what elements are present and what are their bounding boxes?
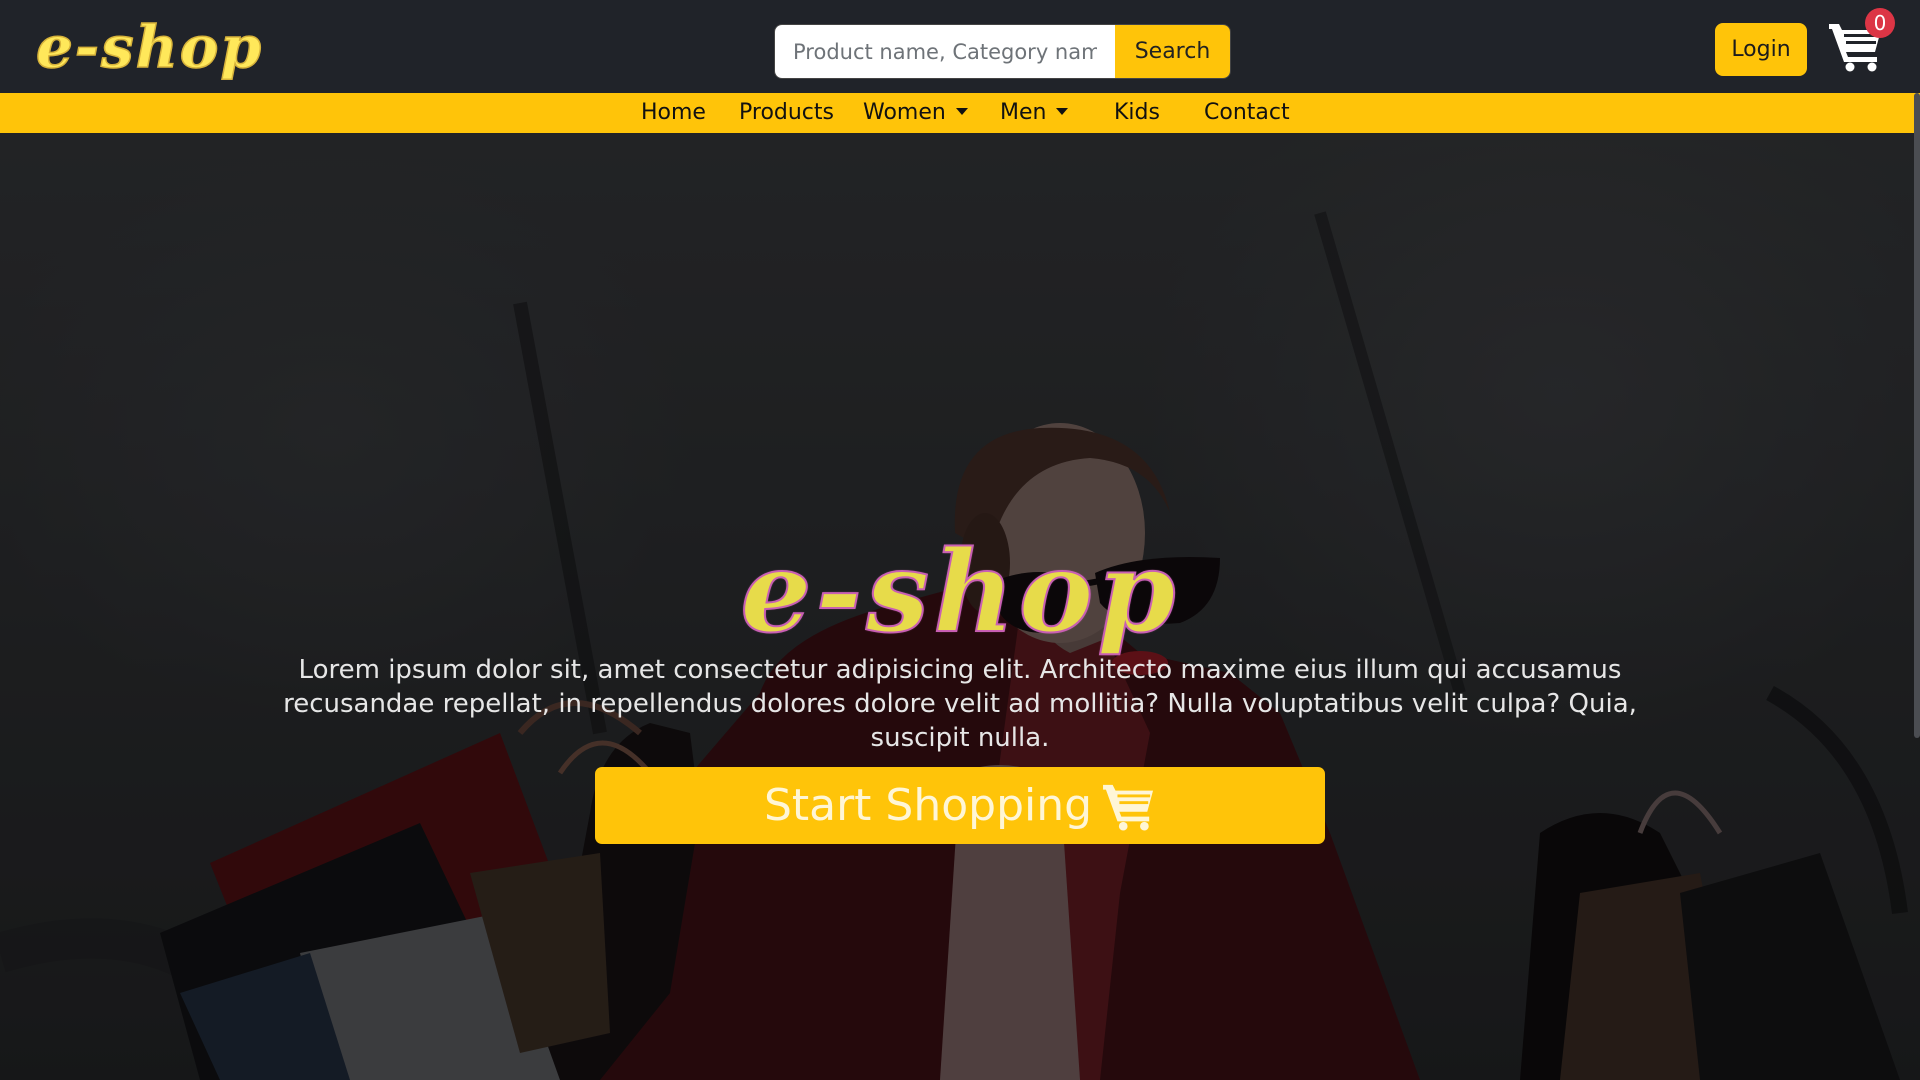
nav-item-label: Contact [1204,100,1290,125]
nav-item-label: Men [1000,100,1047,125]
search-input[interactable] [775,25,1115,78]
nav-item-label: Kids [1114,100,1160,125]
logo[interactable]: e-shop [35,13,263,81]
nav-item-label: Women [863,100,946,125]
nav-item-label: Products [739,100,834,125]
hero-description: Lorem ipsum dolor sit, amet consectetur … [283,655,1637,753]
nav-item-kids[interactable]: Kids [1114,93,1160,133]
start-shopping-button[interactable]: Start Shopping [595,767,1325,844]
nav-item-contact[interactable]: Contact [1204,93,1290,133]
top-bar: e-shop Search Login 0 [0,0,1920,93]
nav-item-label: Home [641,100,706,125]
login-button[interactable]: Login [1715,23,1807,76]
page-scrollbar[interactable] [1914,93,1920,738]
caret-down-icon [955,108,968,115]
search-button[interactable]: Search [1115,25,1230,78]
shopping-cart-icon [1103,784,1154,831]
caret-down-icon [1056,108,1069,115]
nav-item-women[interactable]: Women [863,93,968,133]
search-form: Search [775,25,1230,78]
start-shopping-label: Start Shopping [763,780,1093,831]
nav-item-products[interactable]: Products [739,93,834,133]
nav-item-home[interactable]: Home [641,93,706,133]
nav-item-men[interactable]: Men [1000,93,1069,133]
main-nav: Home Products Women Men Kids Contact [0,93,1920,133]
hero-banner: e-shop Lorem ipsum dolor sit, amet conse… [0,133,1920,1080]
cart-count-badge: 0 [1865,8,1895,38]
hero-title: e-shop [739,527,1180,658]
